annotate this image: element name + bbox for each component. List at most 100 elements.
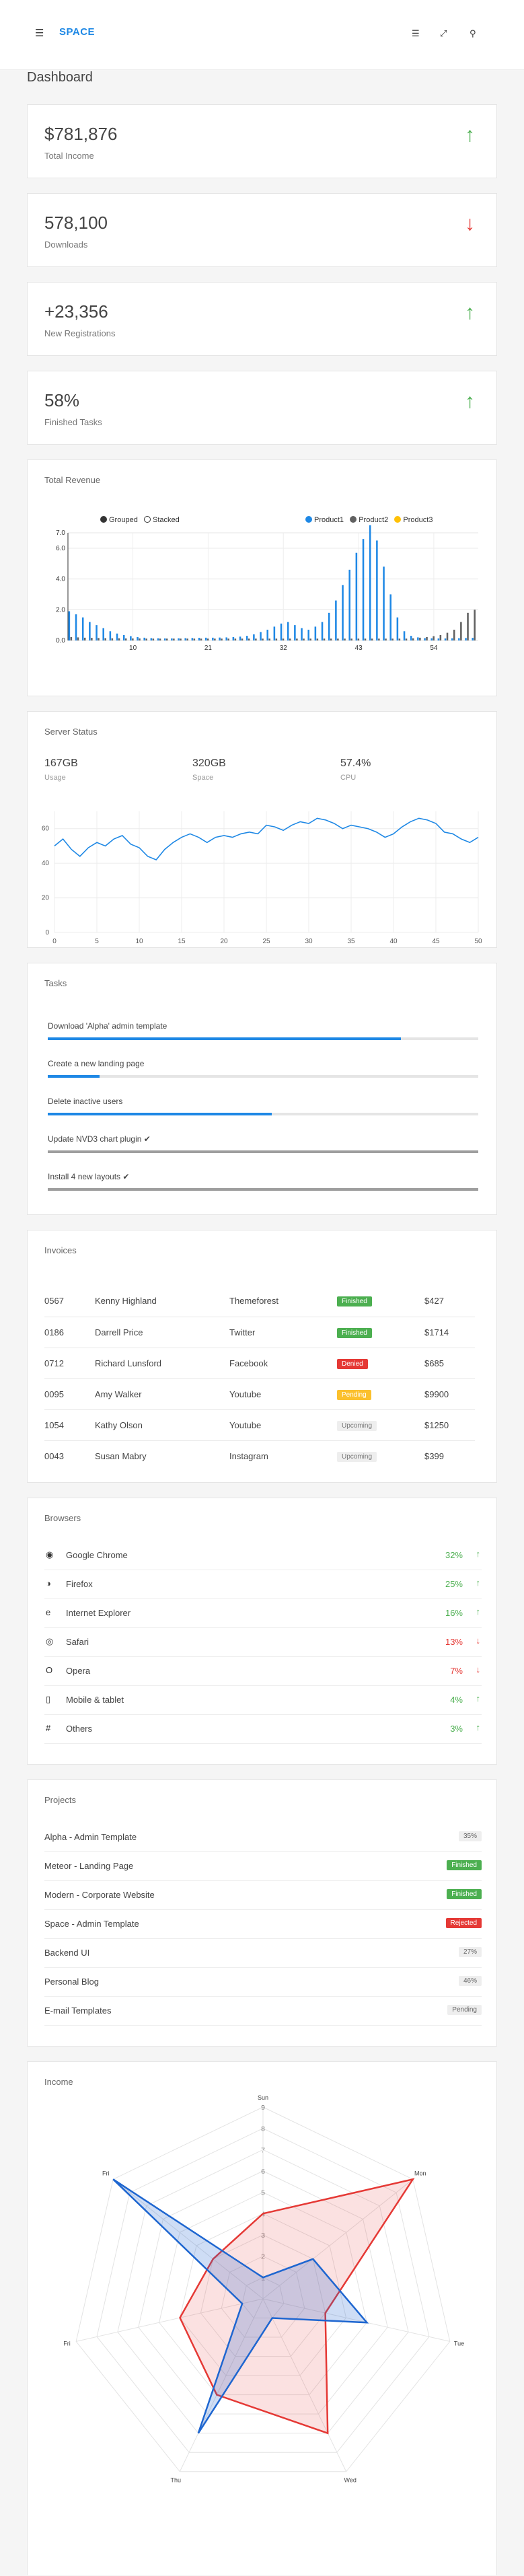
list-item[interactable]: ▯ Mobile & tablet 4% ↑ [44,1686,482,1715]
browser-name: Mobile & tablet [66,1695,124,1705]
project-badge: Rejected [445,1918,482,1928]
customer-name: Susan Mabry [95,1440,229,1471]
bar-product1 [424,638,426,640]
bar-product2 [303,638,305,640]
bar-product1 [122,635,125,640]
kpi-label: Downloads [44,240,88,250]
table-row[interactable]: 0095 Amy Walker Youtube Pending $9900 [44,1378,475,1409]
y-tick-label: 6.0 [56,545,65,552]
list-item[interactable]: O Opera 7% ↓ [44,1657,482,1686]
bar-product1 [451,638,453,640]
browser-name: Firefox [66,1579,93,1589]
bar-product2 [398,638,401,640]
status-badge: Pending [337,1389,371,1400]
list-item[interactable]: # Others 3% ↑ [44,1715,482,1744]
brand-logo[interactable]: SPACE [59,26,95,38]
task-item[interactable]: Download 'Alpha' admin template [48,1021,478,1040]
list-item[interactable]: Backend UI 27% [44,1939,482,1968]
progress-bar [48,1075,478,1078]
bar-product1 [178,638,180,640]
client-name: Instagram [229,1440,337,1471]
bar-product1 [314,626,317,640]
customer-name: Richard Lunsford [95,1347,229,1378]
browsers-card: Browsers ◉ Google Chrome 32% ↑ ◑ Firefox 25% ↑ e… [27,1498,497,1765]
list-item[interactable]: ◑ Firefox 25% ↑ [44,1570,482,1599]
arrow-up-icon: ↑ [465,124,475,146]
bar-product1 [212,637,214,640]
bar-product2 [378,638,380,640]
table-row[interactable]: 0043 Susan Mabry Instagram Upcoming $399 [44,1440,475,1471]
bar-product2 [385,638,387,640]
list-item[interactable]: Modern - Corporate Website Finished [44,1881,482,1910]
y-tick-label: 2.0 [56,606,65,614]
bar-product1 [157,638,159,640]
x-tick-label: 50 [474,938,482,945]
bar-product1 [137,636,139,640]
browser-percent: 25% [445,1579,463,1589]
task-item[interactable]: Delete inactive users [48,1097,478,1115]
trend-up-icon: ↑ [476,1607,481,1617]
bar-product1 [116,633,118,640]
list-item[interactable]: E-mail Templates Pending [44,1997,482,2026]
browser-percent: 32% [445,1550,463,1560]
search-icon[interactable]: ⚲ [470,28,476,39]
top-bar: ☰ SPACE ☰ ⤢ ⚲ [0,0,524,70]
list-item[interactable]: Alpha - Admin Template 35% [44,1823,482,1852]
expand-icon[interactable]: ⤢ [440,28,447,39]
card-title: Tasks [44,978,67,988]
bar-product2 [323,638,326,640]
trend-up-icon: ↑ [476,1693,481,1703]
progress-bar [48,1037,478,1040]
menu-icon[interactable]: ☰ [35,27,44,39]
x-tick-label: 35 [347,938,355,945]
bar-product1 [253,634,255,640]
task-item[interactable]: Update NVD3 chart plugin ✔ [48,1134,478,1153]
list-item[interactable]: ◉ Google Chrome 32% ↑ [44,1541,482,1570]
table-row[interactable]: 0567 Kenny Highland Themeforest Finished $42… [44,1286,475,1317]
bar-product1 [335,600,337,640]
bar-product1 [68,611,71,640]
invoice-id: 0712 [44,1347,95,1378]
bar-product1 [307,630,309,640]
task-item[interactable]: Create a new landing page [48,1059,478,1078]
task-item[interactable]: Install 4 new layouts ✔ [48,1172,478,1191]
revenue-bar-chart: 0.0 2.0 4.0 6.0 7.0 10 21 32 43 54 [56,525,478,652]
bar-product1 [150,638,153,640]
bar-product2 [207,638,209,640]
task-label: Delete inactive users [48,1097,123,1106]
list-icon[interactable]: ☰ [412,28,420,39]
table-row[interactable]: 0186 Darrell Price Twitter Finished $1714 [44,1316,475,1348]
bar-product1 [130,636,132,640]
trend-down-icon: ↓ [476,1635,481,1646]
list-item[interactable]: ◎ Safari 13% ↓ [44,1628,482,1657]
bar-product2 [132,638,134,640]
bar-product1 [362,539,365,640]
status-badge: Upcoming [337,1451,377,1462]
x-tick-label: 10 [129,645,137,652]
bar-product1 [184,638,186,640]
list-item[interactable]: Personal Blog 46% [44,1968,482,1997]
bar-product2 [70,636,73,640]
bar-product1 [342,585,344,640]
bar-product1 [369,525,371,640]
y-tick-label: 60 [42,825,50,833]
list-item[interactable]: e Internet Explorer 16% ↑ [44,1599,482,1628]
kpi-value: +23,356 [44,301,108,322]
x-tick-label: 15 [178,938,186,945]
income-radar-chart: 123456789SunMonTueWedThuFriFri [63,2094,464,2483]
bar-product2 [145,638,147,640]
list-item[interactable]: Meteor - Landing Page Finished [44,1852,482,1881]
table-row[interactable]: 1054 Kathy Olson Youtube Upcoming $1250 [44,1409,475,1440]
list-item[interactable]: Space - Admin Template Rejected [44,1910,482,1939]
x-tick-label: 32 [280,645,288,652]
bar-product2 [460,622,462,640]
page-title: Dashboard [27,70,93,85]
bar-product1 [431,638,433,640]
radar-axis-label: Tue [454,2341,464,2347]
bar-product1 [383,566,385,640]
amount: $9900 [424,1378,475,1409]
bar-product2 [371,638,373,640]
bar-product1 [163,638,166,640]
projects-card: Projects Alpha - Admin Template 35% Meteor… [27,1779,497,2047]
table-row[interactable]: 0712 Richard Lunsford Facebook Denied $685 [44,1347,475,1378]
